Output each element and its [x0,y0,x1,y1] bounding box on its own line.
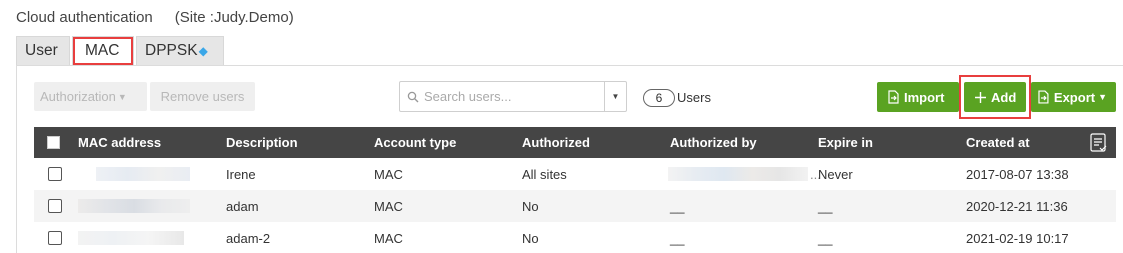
column-header-mac[interactable]: MAC address [78,127,161,158]
remove-users-label: Remove users [160,89,245,104]
created-at-cell: 2020-12-21 11:36 [966,198,1068,214]
column-header-account-type[interactable]: Account type [374,127,456,158]
expire-in-cell: __ [818,198,833,214]
row-checkbox[interactable] [48,199,62,213]
tab-user[interactable]: User [16,36,70,66]
plus-icon [975,91,986,103]
tab-mac-label: MAC [85,42,120,59]
export-icon [1038,90,1049,104]
authorized-cell: No [522,198,539,214]
authorized-cell: All sites [522,166,567,182]
column-header-authorized-by[interactable]: Authorized by [670,127,757,158]
description-cell: Irene [226,166,256,182]
column-settings-icon[interactable] [1090,127,1108,158]
add-button[interactable]: Add [964,82,1026,112]
mac-address-redacted [96,167,190,181]
account-type-cell: MAC [374,198,403,214]
search-box: Search users... ▼ [399,81,627,112]
tab-dppsk-label: DPPSK [145,42,198,59]
column-header-created-at[interactable]: Created at [966,127,1030,158]
expire-in-cell: Never [818,166,853,182]
created-at-cell: 2017-08-07 13:38 [966,166,1069,182]
search-dropdown-icon[interactable]: ▼ [604,82,626,111]
column-header-description[interactable]: Description [226,127,298,158]
expire-in-cell: __ [818,230,833,246]
diamond-icon: ◆ [198,44,208,58]
created-at-cell: 2021-02-19 10:17 [966,230,1069,246]
search-input[interactable]: Search users... [424,89,604,104]
account-type-cell: MAC [374,230,403,246]
select-all-checkbox[interactable] [47,136,60,149]
page-header: Cloud authentication (Site :Judy.Demo) [16,7,294,27]
import-icon [888,90,899,104]
site-label: (Site :Judy.Demo) [174,8,294,26]
column-header-expire-in[interactable]: Expire in [818,127,873,158]
user-count-badge: 6 [643,89,675,107]
row-checkbox[interactable] [48,231,62,245]
tab-mac[interactable]: MAC [72,36,134,66]
export-button[interactable]: Export ▼ [1031,82,1116,112]
user-count-label: Users [677,90,711,105]
search-icon [402,91,424,103]
mac-address-redacted [78,231,184,245]
authorized-cell: No [522,230,539,246]
import-label: Import [904,89,945,105]
description-cell: adam [226,198,259,214]
add-label: Add [991,89,1017,105]
table-row[interactable]: Irene MAC All sites ... Never 2017-08-07… [34,158,1116,190]
table-header: MAC address Description Account type Aut… [34,127,1116,158]
row-checkbox[interactable] [48,167,62,181]
authorized-by-redacted [668,167,808,181]
tab-user-label: User [25,42,58,59]
tab-dppsk[interactable]: DPPSK ◆ [136,36,224,66]
table-row[interactable]: adam MAC No __ __ 2020-12-21 11:36 [34,190,1116,222]
authorization-label: Authorization [40,89,116,104]
authorized-by-cell: __ [670,230,685,246]
caret-down-icon: ▼ [1098,92,1107,102]
import-button[interactable]: Import [877,82,959,112]
tab-bar: User MAC DPPSK ◆ [16,36,226,66]
caret-down-icon: ▼ [117,91,127,102]
mac-address-redacted [78,199,190,213]
toolbar: Authorization ▼ Remove users Search user… [16,75,1116,119]
description-cell: adam-2 [226,230,271,246]
column-header-authorized[interactable]: Authorized [522,127,590,158]
remove-users-button[interactable]: Remove users [150,82,255,111]
table-row[interactable]: adam-2 MAC No __ __ 2021-02-19 10:17 [34,222,1116,253]
authorization-button[interactable]: Authorization ▼ [34,82,147,111]
account-type-cell: MAC [374,166,403,182]
page-title: Cloud authentication [16,8,153,26]
authorized-by-cell: __ [670,198,685,214]
export-label: Export [1053,89,1096,105]
